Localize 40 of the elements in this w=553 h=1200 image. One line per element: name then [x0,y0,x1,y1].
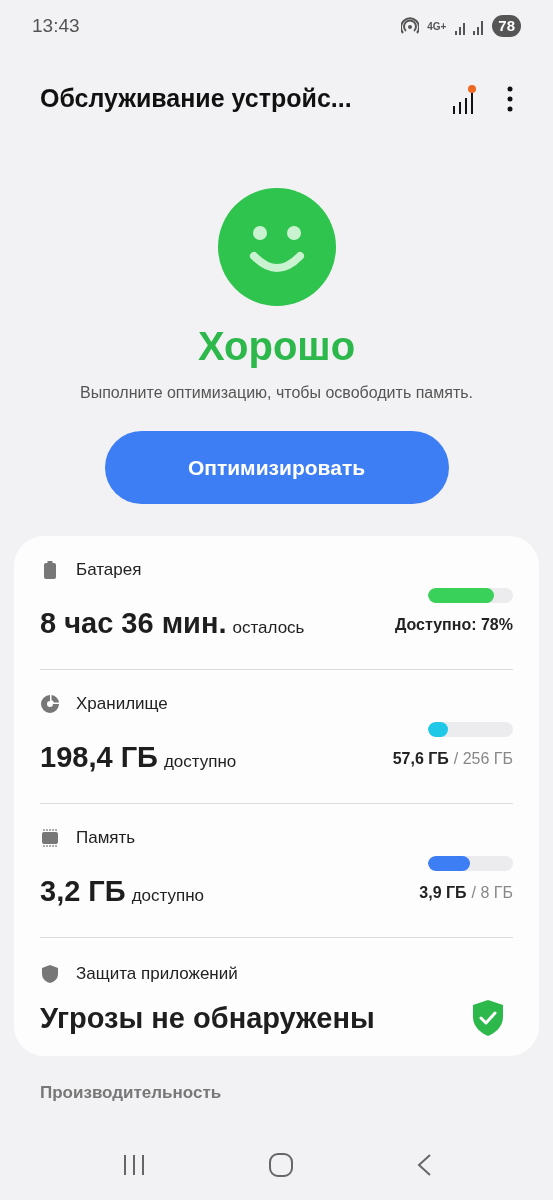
shield-icon [42,965,58,983]
item-label: Хранилище [76,693,168,716]
battery-level: 78 [492,15,521,37]
item-row[interactable]: Защита приложений Угрозы не обнаружены [40,938,513,1056]
recent-apps-icon[interactable] [121,1153,146,1177]
more-options-icon[interactable] [507,86,513,112]
section-header: Производительность [40,1082,223,1104]
signal-bars-icon[interactable] [451,84,477,114]
back-icon[interactable] [415,1153,432,1177]
optimize-button[interactable]: Оптимизировать [104,431,449,504]
total-amount: / 8 ГБ [471,883,513,903]
item-value: 3,2 ГБ [40,874,126,909]
home-icon[interactable] [268,1153,293,1177]
item-row[interactable]: Батарея 8 час 36 мин. осталось Доступно: 78% [40,536,513,670]
item-label: Память [76,827,136,850]
status-time: 13:43 [32,13,80,38]
page-title: Обслуживание устройс... [40,83,352,115]
total-amount: / 256 ГБ [453,749,513,769]
item-value: 8 час 36 мин. [40,606,227,641]
item-value: Угрозы не обнаружены [40,1001,375,1036]
item-label: Батарея [76,559,142,582]
item-reading: Доступно: 78% [394,615,513,635]
item-suffix: осталось [232,617,305,639]
battery-icon [44,561,56,579]
network-type: 4G+ [427,19,447,34]
used-amount: 57,6 ГБ [392,749,449,769]
shield-check-icon [473,1000,503,1036]
status-message: Выполните оптимизацию, чтобы освободить память. [79,383,474,403]
hotspot-icon [401,17,420,35]
used-amount: 3,9 ГБ [419,883,467,903]
health-status: Хорошо [197,323,356,370]
item-row[interactable]: Память 3,2 ГБ доступно 3,9 ГБ / 8 ГБ [40,804,513,938]
item-value: 198,4 ГБ [40,740,158,775]
item-suffix: доступно [131,885,205,907]
pie-chart-icon [41,695,59,713]
item-row[interactable]: Хранилище 198,4 ГБ доступно 57,6 ГБ / 256 ГБ [40,670,513,804]
item-suffix: доступно [163,751,237,773]
item-label: Защита приложений [76,963,238,986]
memory-chip-icon [41,829,59,847]
smiley-face-icon [217,188,336,306]
